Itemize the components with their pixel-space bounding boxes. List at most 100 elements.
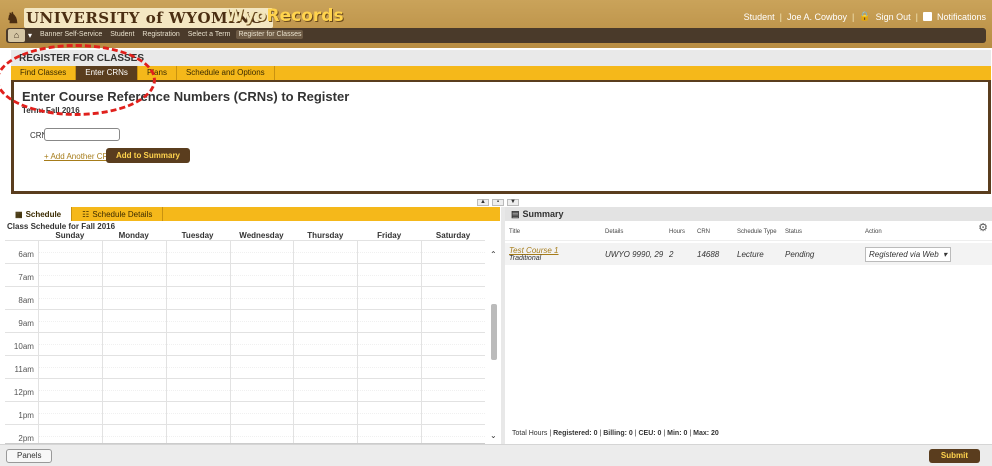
calendar-cell[interactable]	[357, 264, 421, 286]
calendar-cell[interactable]	[101, 379, 166, 401]
breadcrumb-student[interactable]: Student	[108, 30, 136, 39]
grid-icon: ☷	[82, 209, 90, 219]
calendar-cell[interactable]	[357, 287, 421, 309]
breadcrumb-banner[interactable]: Banner Self-Service	[38, 30, 104, 39]
tab-schedule[interactable]: ▦ Schedule	[5, 207, 73, 221]
calendar-cell[interactable]	[165, 287, 230, 309]
calendar-cell[interactable]	[421, 241, 485, 263]
calendar-cell[interactable]	[101, 241, 166, 263]
calendar-cell[interactable]	[293, 264, 358, 286]
calendar-cell[interactable]	[229, 379, 294, 401]
calendar-cell[interactable]	[101, 264, 166, 286]
add-to-summary-button[interactable]: Add to Summary	[106, 148, 191, 163]
splitter-center-icon[interactable]: ▪	[492, 199, 504, 206]
calendar-cell[interactable]	[357, 241, 421, 263]
calendar-cell[interactable]	[165, 310, 230, 332]
submit-button[interactable]: Submit	[928, 449, 980, 463]
calendar-cell[interactable]	[37, 425, 102, 443]
gear-icon[interactable]: ⚙	[978, 221, 988, 234]
calendar-cell[interactable]	[421, 287, 485, 309]
collapse-up-icon[interactable]: ▲	[477, 199, 489, 206]
calendar-cell[interactable]	[229, 241, 294, 263]
calendar-cell[interactable]	[229, 287, 294, 309]
calendar-cell[interactable]	[229, 264, 294, 286]
calendar-cell[interactable]	[357, 402, 421, 424]
calendar-cell[interactable]	[101, 425, 166, 443]
calendar-cell[interactable]	[165, 402, 230, 424]
calendar-cell[interactable]	[37, 402, 102, 424]
calendar-cell[interactable]	[293, 333, 358, 355]
calendar-cell[interactable]	[229, 310, 294, 332]
calendar-cell[interactable]	[229, 333, 294, 355]
calendar-cell[interactable]	[293, 379, 358, 401]
breadcrumb-registration[interactable]: Registration	[140, 30, 181, 39]
calendar-cell[interactable]	[293, 310, 358, 332]
scroll-up-icon[interactable]: ⌃	[490, 250, 497, 259]
calendar-cell[interactable]	[101, 402, 166, 424]
tab-find-classes[interactable]: Find Classes	[11, 66, 77, 80]
calendar-cell[interactable]	[165, 264, 230, 286]
user-name[interactable]: Joe A. Cowboy	[787, 12, 847, 22]
calendar-cell[interactable]	[293, 402, 358, 424]
tab-schedule-details[interactable]: ☷ Schedule Details	[72, 207, 164, 221]
crn-input[interactable]	[44, 128, 120, 141]
calendar-cell[interactable]	[165, 379, 230, 401]
col-title: Title	[509, 228, 521, 235]
table-row[interactable]: Test Course 1 Traditional UWYO 9990, 29 …	[505, 243, 992, 265]
calendar-cell[interactable]	[37, 356, 102, 378]
calendar-cell[interactable]	[421, 333, 485, 355]
calendar-cell[interactable]	[357, 310, 421, 332]
calendar-row: 12pm	[5, 378, 485, 401]
scrollbar-thumb[interactable]	[491, 304, 497, 360]
calendar-cell[interactable]	[101, 356, 166, 378]
scroll-down-icon[interactable]: ⌄	[490, 431, 497, 440]
calendar-cell[interactable]	[421, 356, 485, 378]
calendar-cell[interactable]	[37, 310, 102, 332]
home-icon[interactable]: ⌂	[8, 29, 25, 42]
calendar-row: 9am	[5, 309, 485, 332]
notifications-link[interactable]: Notifications	[937, 12, 986, 22]
calendar-cell[interactable]	[37, 379, 102, 401]
calendar-cell[interactable]	[293, 425, 358, 443]
calendar-cell[interactable]	[421, 425, 485, 443]
sign-out-link[interactable]: Sign Out	[876, 12, 911, 22]
schedule-scrollbar[interactable]: ⌃ ⌄	[488, 246, 500, 444]
calendar-cell[interactable]	[37, 241, 102, 263]
calendar-cell[interactable]	[165, 241, 230, 263]
calendar-cell[interactable]	[357, 379, 421, 401]
breadcrumb-register[interactable]: Register for Classes	[236, 30, 304, 39]
collapse-down-icon[interactable]: ▼	[507, 199, 519, 206]
calendar-cell[interactable]	[293, 241, 358, 263]
calendar-cell[interactable]	[229, 402, 294, 424]
calendar-cell[interactable]	[421, 264, 485, 286]
calendar-cell[interactable]	[357, 356, 421, 378]
calendar-cell[interactable]	[293, 287, 358, 309]
panels-button[interactable]: Panels	[6, 449, 53, 463]
calendar-cell[interactable]	[165, 425, 230, 443]
calendar-cell[interactable]	[293, 356, 358, 378]
tab-schedule-options[interactable]: Schedule and Options	[177, 66, 275, 80]
calendar-cell[interactable]	[37, 264, 102, 286]
breadcrumb-select-term[interactable]: Select a Term	[186, 30, 233, 39]
calendar-cell[interactable]	[165, 333, 230, 355]
calendar-cell[interactable]	[357, 333, 421, 355]
calendar-cell[interactable]	[421, 379, 485, 401]
tab-enter-crns[interactable]: Enter CRNs	[76, 66, 138, 84]
tab-plans[interactable]: Plans	[138, 66, 177, 80]
action-select[interactable]: Registered via Web ▾	[865, 246, 951, 262]
calendar-cell[interactable]	[229, 356, 294, 378]
calendar-cell[interactable]	[37, 287, 102, 309]
calendar-cell[interactable]	[229, 425, 294, 443]
add-another-crn-link[interactable]: + Add Another CRN	[44, 152, 114, 161]
calendar-cell[interactable]	[421, 310, 485, 332]
course-title-link[interactable]: Test Course 1	[509, 246, 605, 255]
calendar-cell[interactable]	[37, 333, 102, 355]
calendar-cell[interactable]	[101, 310, 166, 332]
calendar-cell[interactable]	[421, 402, 485, 424]
calendar-cell[interactable]	[101, 333, 166, 355]
notifications-icon[interactable]	[922, 12, 932, 21]
menu-dropdown-icon[interactable]: ▾	[28, 31, 32, 40]
calendar-cell[interactable]	[101, 287, 166, 309]
calendar-cell[interactable]	[357, 425, 421, 443]
calendar-cell[interactable]	[165, 356, 230, 378]
